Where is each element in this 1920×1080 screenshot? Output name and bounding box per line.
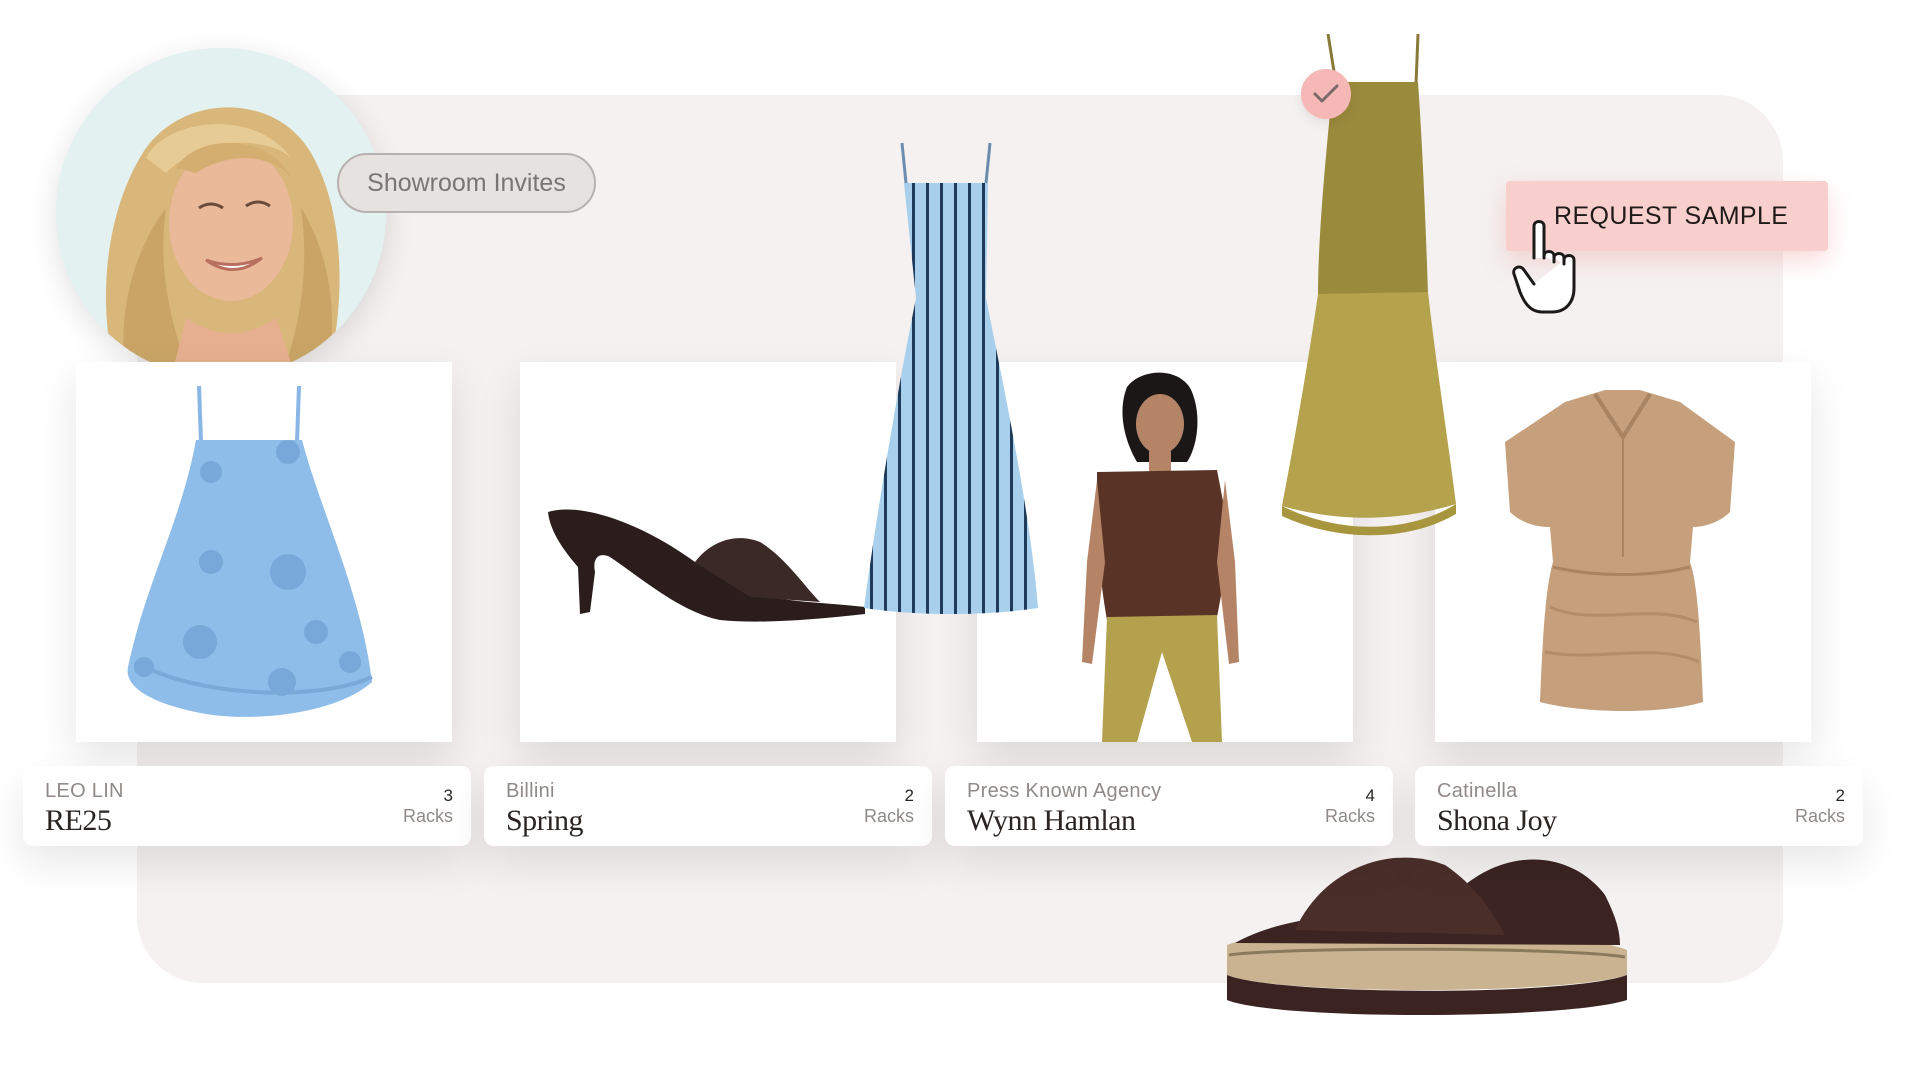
rack-count: 2 bbox=[1835, 786, 1845, 805]
product-card-shirt-dress[interactable] bbox=[1435, 362, 1811, 742]
request-sample-label: REQUEST SAMPLE bbox=[1554, 201, 1789, 230]
pointer-hand-icon bbox=[1512, 218, 1586, 318]
collection-name: Wynn Hamlan bbox=[967, 804, 1136, 837]
product-card-mule[interactable] bbox=[520, 362, 896, 742]
collection-card-catinella[interactable]: Catinella Shona Joy 2 Racks bbox=[1415, 766, 1863, 846]
collection-name: Shona Joy bbox=[1437, 804, 1557, 837]
rack-count: 4 bbox=[1365, 786, 1375, 805]
rack-unit-label: Racks bbox=[1794, 806, 1845, 826]
collection-card-billini[interactable]: Billini Spring 2 Racks bbox=[484, 766, 932, 846]
rack-unit-label: Racks bbox=[402, 806, 453, 826]
brand-name: Catinella bbox=[1437, 780, 1518, 802]
check-icon bbox=[1313, 84, 1339, 103]
showroom-invites-button[interactable]: Showroom Invites bbox=[337, 153, 596, 213]
collection-card-press-known[interactable]: Press Known Agency Wynn Hamlan 4 Racks bbox=[945, 766, 1393, 846]
rack-count: 2 bbox=[904, 786, 914, 805]
brand-name: LEO LIN bbox=[45, 780, 124, 802]
crossover-sandal-image bbox=[1215, 825, 1639, 1025]
rack-unit-label: Racks bbox=[1324, 806, 1375, 826]
striped-maxi-dress-image bbox=[856, 138, 1046, 618]
collection-name: Spring bbox=[506, 804, 584, 837]
user-avatar bbox=[56, 48, 386, 378]
brand-name: Billini bbox=[506, 780, 555, 802]
collection-card-leo-lin[interactable]: LEO LIN RE25 3 Racks bbox=[23, 766, 471, 846]
brand-name: Press Known Agency bbox=[967, 780, 1162, 802]
collection-name: RE25 bbox=[45, 804, 112, 837]
product-card-dress[interactable] bbox=[76, 362, 452, 742]
selected-check-badge[interactable] bbox=[1301, 69, 1351, 119]
olive-slip-dress-image bbox=[1278, 34, 1468, 554]
rack-unit-label: Racks bbox=[863, 806, 914, 826]
rack-count: 3 bbox=[443, 786, 453, 805]
